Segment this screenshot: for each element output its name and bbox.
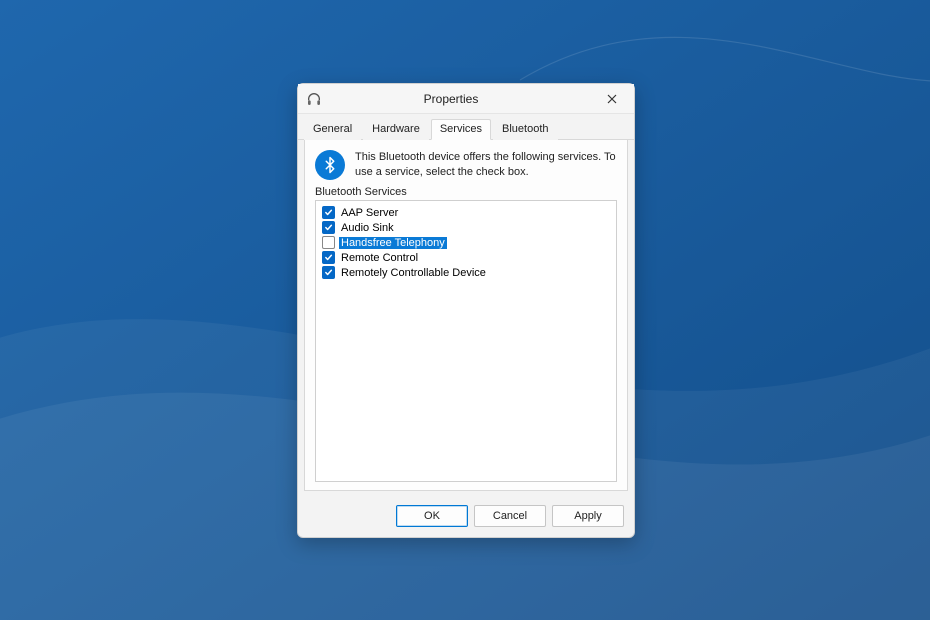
service-item[interactable]: Remote Control <box>320 250 612 265</box>
service-list: AAP Server Audio Sink Handsfree Telephony R… <box>315 200 617 482</box>
service-item[interactable]: Audio Sink <box>320 220 612 235</box>
service-item[interactable]: AAP Server <box>320 205 612 220</box>
check-icon <box>324 223 333 232</box>
dialog-title: Properties <box>306 92 596 106</box>
service-checkbox[interactable] <box>322 206 335 219</box>
service-checkbox[interactable] <box>322 251 335 264</box>
service-label: Remotely Controllable Device <box>339 267 488 279</box>
service-label: Remote Control <box>339 252 420 264</box>
info-row: This Bluetooth device offers the followi… <box>315 150 617 186</box>
info-text: This Bluetooth device offers the followi… <box>355 150 617 180</box>
service-checkbox[interactable] <box>322 266 335 279</box>
titlebar: Properties <box>298 84 634 114</box>
check-icon <box>324 268 333 277</box>
service-checkbox[interactable] <box>322 236 335 249</box>
tab-hardware[interactable]: Hardware <box>363 119 429 140</box>
service-label: AAP Server <box>339 207 400 219</box>
check-icon <box>324 253 333 262</box>
service-item[interactable]: Remotely Controllable Device <box>320 265 612 280</box>
button-row: OK Cancel Apply <box>298 497 634 537</box>
check-icon <box>324 208 333 217</box>
bluetooth-icon <box>315 150 345 180</box>
tab-services[interactable]: Services <box>431 119 491 140</box>
tab-general[interactable]: General <box>304 119 361 140</box>
close-icon <box>607 94 617 104</box>
service-label: Handsfree Telephony <box>339 237 447 249</box>
apply-button[interactable]: Apply <box>552 505 624 527</box>
tab-bluetooth[interactable]: Bluetooth <box>493 119 557 140</box>
close-button[interactable] <box>596 87 628 111</box>
tabstrip: General Hardware Services Bluetooth <box>298 114 634 140</box>
section-label: Bluetooth Services <box>315 186 617 198</box>
service-item[interactable]: Handsfree Telephony <box>320 235 612 250</box>
service-checkbox[interactable] <box>322 221 335 234</box>
ok-button[interactable]: OK <box>396 505 468 527</box>
service-label: Audio Sink <box>339 222 396 234</box>
cancel-button[interactable]: Cancel <box>474 505 546 527</box>
properties-dialog: Properties General Hardware Services Blu… <box>297 83 635 538</box>
tab-content: This Bluetooth device offers the followi… <box>304 140 628 491</box>
